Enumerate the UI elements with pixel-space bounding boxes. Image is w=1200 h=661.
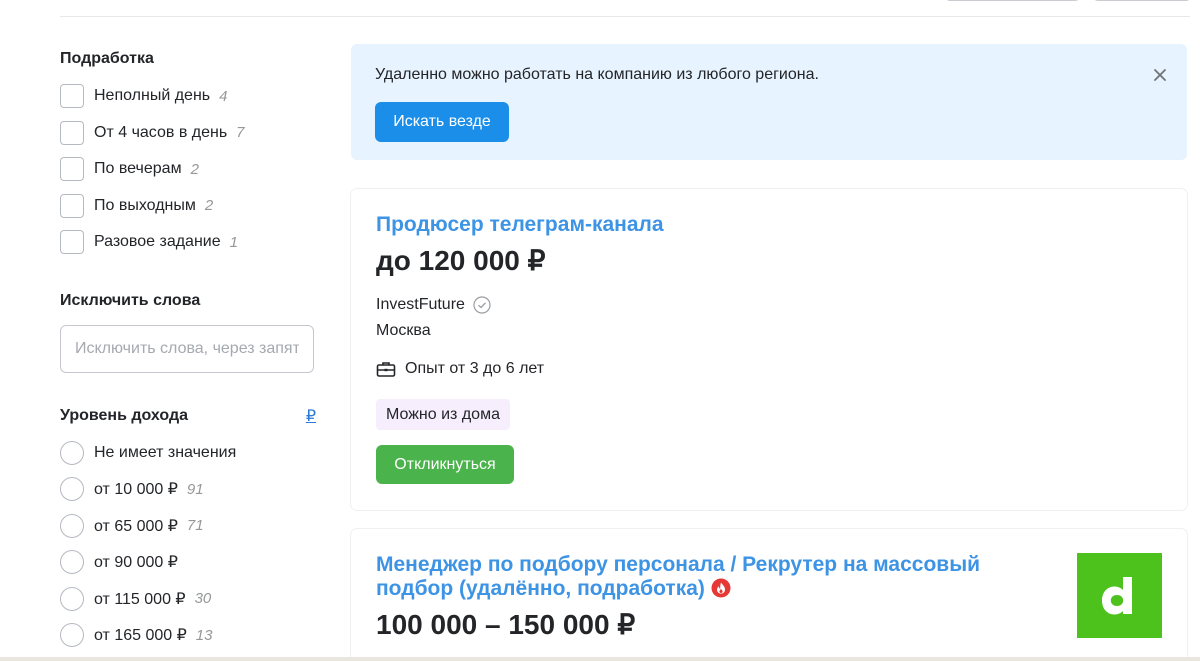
vacancy-city: Москва [376, 322, 431, 339]
option-count: 91 [186, 480, 204, 498]
parttime-options: Неполный день 4 От 4 часов в день 7 По в… [60, 78, 320, 261]
header-control-stub[interactable] [1092, 0, 1192, 1]
option-label: от 65 000 ₽ [94, 517, 178, 535]
income-option[interactable]: от 165 000 ₽ 13 [60, 617, 320, 654]
option-label: По вечерам [94, 160, 182, 178]
banner-text: Удаленно можно работать на компанию из л… [375, 66, 819, 83]
checkbox[interactable] [60, 230, 84, 255]
remote-tag: Можно из дома [376, 399, 510, 430]
briefcase-icon [376, 362, 396, 377]
radio-button[interactable] [60, 623, 84, 648]
verified-check-icon [473, 296, 491, 314]
company-logo[interactable] [1077, 553, 1162, 638]
income-option[interactable]: от 65 000 ₽ 71 [60, 508, 320, 545]
income-option[interactable]: Не имеет значения [60, 435, 320, 472]
remote-work-banner: Удаленно можно работать на компанию из л… [351, 44, 1187, 160]
option-count: 71 [186, 517, 204, 535]
checkbox[interactable] [60, 157, 84, 182]
close-icon[interactable] [1151, 66, 1169, 84]
checkbox[interactable] [60, 84, 84, 109]
logo-letter-d-icon [1077, 553, 1162, 638]
income-title: Уровень дохода [60, 406, 189, 424]
parttime-option[interactable]: По выходным 2 [60, 188, 320, 225]
respond-button[interactable]: Откликнуться [376, 445, 514, 484]
option-count: 2 [190, 160, 199, 178]
vacancy-salary: 100 000 – 150 000 ₽ [376, 609, 636, 640]
employer: InvestFuture [376, 296, 491, 314]
vacancy-card: Менеджер по подбору персонала / Рекрутер… [351, 529, 1187, 661]
radio-button[interactable] [60, 513, 84, 538]
option-count: 13 [195, 626, 213, 644]
option-label: от 90 000 ₽ [94, 554, 178, 572]
option-count: 7 [236, 124, 245, 142]
header-control-stub[interactable] [944, 0, 1081, 1]
option-label: От 4 часов в день [94, 123, 228, 141]
option-label: Не имеет значения [94, 443, 237, 461]
parttime-option[interactable]: Неполный день 4 [60, 78, 320, 115]
option-label: Разовое задание [94, 233, 221, 251]
fire-icon [711, 578, 731, 598]
option-count: 4 [219, 87, 228, 105]
income-option[interactable]: от 90 000 ₽ [60, 544, 320, 581]
option-count: 1 [229, 233, 238, 251]
option-label: от 10 000 ₽ [94, 481, 178, 499]
top-divider [60, 16, 1190, 17]
window-bottom-edge [0, 657, 1200, 661]
search-everywhere-button[interactable]: Искать везде [375, 102, 509, 142]
parttime-option[interactable]: По вечерам 2 [60, 151, 320, 188]
income-options: Не имеет значения от 10 000 ₽ 91 от 65 0… [60, 435, 320, 654]
experience-text: Опыт от 3 до 6 лет [405, 360, 545, 377]
option-count: 30 [194, 590, 212, 608]
exclude-words-input[interactable] [60, 324, 314, 373]
option-label: Неполный день [94, 87, 211, 105]
vacancy-card: Продюсер телеграм-канала до 120 000 ₽ In… [351, 189, 1187, 510]
radio-button[interactable] [60, 550, 84, 575]
vacancy-title-link[interactable]: Менеджер по подбору персонала / Рекрутер… [376, 553, 1036, 601]
radio-button[interactable] [60, 586, 84, 611]
exclude-title: Исключить слова [60, 291, 201, 309]
radio-button[interactable] [60, 477, 84, 502]
option-label: от 115 000 ₽ [94, 590, 186, 608]
option-count: 2 [204, 197, 214, 215]
income-option[interactable]: от 10 000 ₽ 91 [60, 471, 320, 508]
filters-sidebar: Подработка Неполный день 4 От 4 часов в … [60, 40, 320, 654]
vacancy-salary: до 120 000 ₽ [376, 245, 546, 276]
currency-link[interactable]: ₽ [306, 406, 316, 426]
vacancy-title-text[interactable]: Менеджер по подбору персонала / Рекрутер… [376, 553, 980, 600]
vacancy-title-link[interactable]: Продюсер телеграм-канала [376, 213, 664, 237]
checkbox[interactable] [60, 120, 84, 145]
radio-button[interactable] [60, 440, 84, 465]
parttime-option[interactable]: Разовое задание 1 [60, 224, 320, 261]
experience-row: Опыт от 3 до 6 лет [376, 360, 544, 378]
option-label: По выходным [94, 196, 196, 214]
income-option[interactable]: от 115 000 ₽ 30 [60, 581, 320, 618]
income-header: Уровень дохода ₽ [60, 406, 316, 426]
checkbox[interactable] [60, 193, 84, 218]
employer-name-link[interactable]: InvestFuture [376, 296, 465, 314]
parttime-option[interactable]: От 4 часов в день 7 [60, 115, 320, 152]
parttime-title: Подработка [60, 50, 154, 67]
option-label: от 165 000 ₽ [94, 627, 187, 645]
